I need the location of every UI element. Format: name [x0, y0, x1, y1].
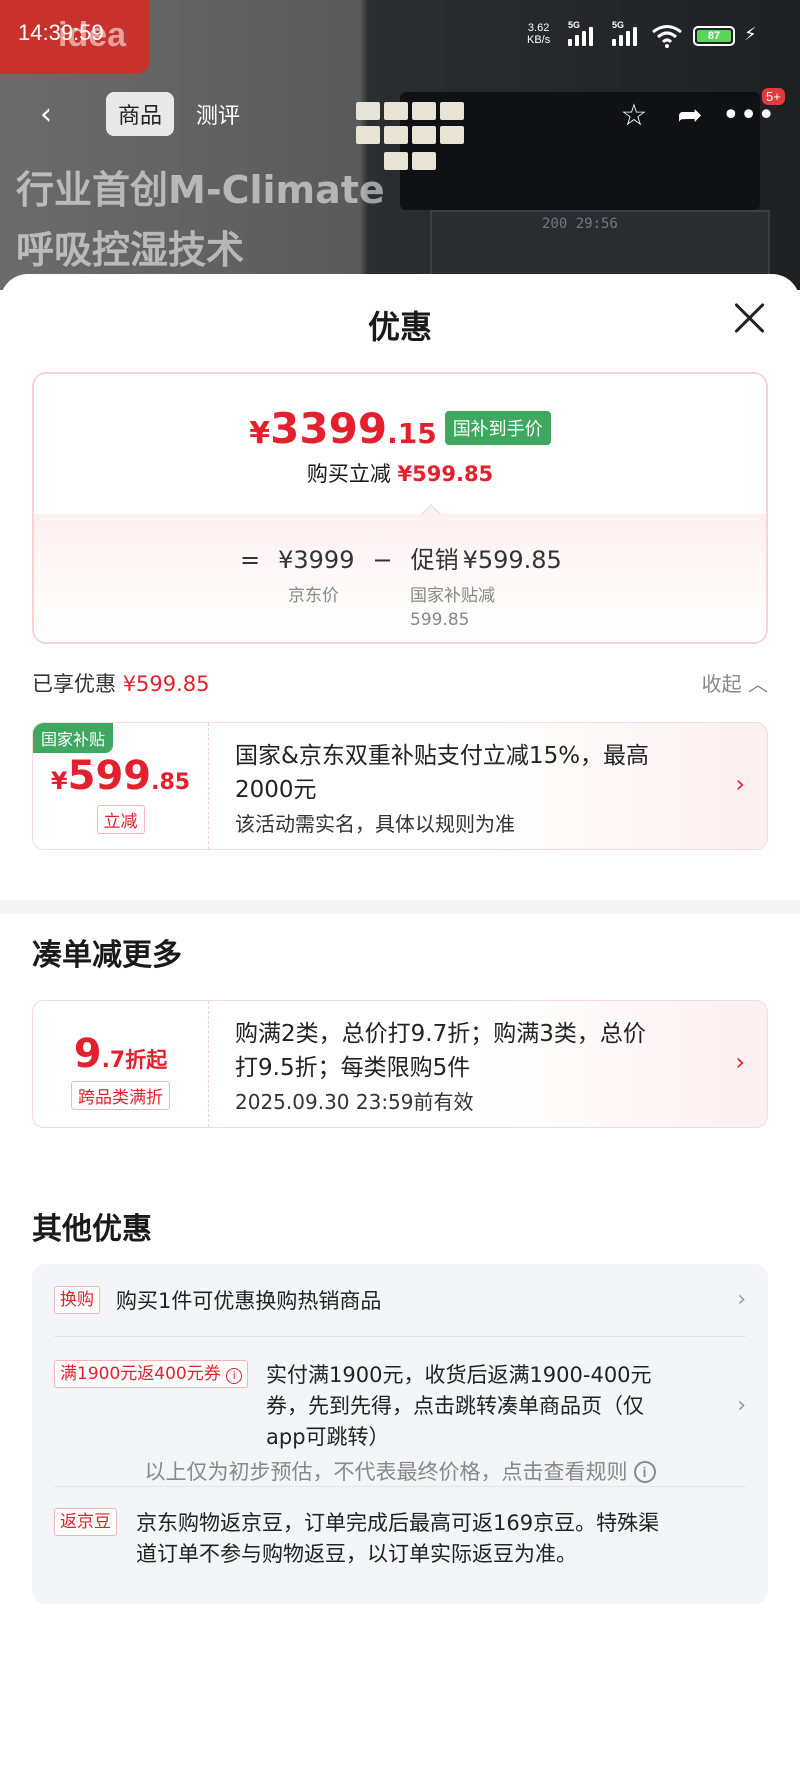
status-bar: 14:39:59 3.62 KB/s 5G 5G 87 ⚡ [0, 0, 800, 72]
share-icon[interactable]: ➦ [668, 94, 712, 138]
chevron-right-icon: › [737, 1393, 746, 1418]
subsidy-note: 该活动需实名，具体以规则为准 [235, 812, 515, 836]
trade-in-tag: 换购 [54, 1286, 100, 1314]
close-icon[interactable] [728, 296, 772, 340]
promo-desc: 国家补贴减 599.85 [410, 586, 495, 630]
other-offers-title: 其他优惠 [32, 1212, 152, 1247]
chevron-right-icon: › [735, 1048, 745, 1076]
cart-badge: 5+ [762, 88, 785, 105]
star-icon[interactable]: ☆ [612, 94, 656, 138]
tab-product[interactable]: 商品 [106, 92, 175, 136]
collapse-button[interactable]: 收起 ︿ [702, 668, 768, 697]
price-formula: = ¥3999− 促销 ¥599.85 [240, 546, 562, 574]
cross-category-tag: 跨品类满折 [71, 1081, 170, 1110]
network-speed: 3.62 KB/s [527, 22, 551, 46]
chevron-right-icon: › [735, 770, 745, 798]
battery-icon: 87 [693, 26, 735, 46]
signal-icon: 5G [568, 20, 593, 46]
bundle-card[interactable]: 9.7折起 跨品类满折 购满2类，总价打9.7折；购满3类，总价 打9.5折；每… [32, 1000, 768, 1128]
subsidy-desc-1: 国家&京东双重补贴支付立减15%，最高 [235, 743, 650, 769]
info-icon: i [633, 1461, 656, 1483]
instant-discount: 购买立减 ¥599.85 [306, 462, 494, 486]
info-icon: i [226, 1368, 243, 1384]
clock: 14:39:59 [18, 20, 104, 45]
instant-tag: 立减 [96, 805, 145, 834]
chevron-up-icon: ︿ [748, 672, 768, 696]
subsidy-desc-2: 2000元 [235, 777, 317, 803]
subsidy-amount: ¥599.85 [50, 753, 191, 799]
final-price: ¥3399.15 国补到手价 [34, 404, 766, 453]
bundle-discount: 9.7折起 [73, 1031, 168, 1077]
tab-review[interactable]: 测评 [184, 92, 252, 136]
rules-footer[interactable]: 以上仅为初步预估，不代表最终价格，点击查看规则 i [0, 1456, 800, 1486]
chevron-right-icon: › [737, 1287, 746, 1312]
charging-icon: ⚡ [744, 24, 757, 45]
subsidy-card[interactable]: 国家补贴 ¥599.85 立减 国家&京东双重补贴支付立减15%，最高 2000… [32, 722, 768, 850]
coupon-tag: 满1900元返400元券 i [54, 1360, 249, 1388]
bundle-desc-1: 购满2类，总价打9.7折；购满3类，总价 [235, 1021, 646, 1047]
subsidy-corner-tag: 国家补贴 [33, 723, 114, 753]
product-nav-bar: ‹ 商品 测评 ☆ ➦ ••• 5+ [0, 88, 800, 144]
sheet-title: 优惠 [367, 308, 432, 346]
list-item-coupon[interactable]: 满1900元返400元券 i 实付满1900元，收货后返满1900-400元 券… [54, 1360, 746, 1456]
list-item-trade-in[interactable]: 换购 购买1件可优惠换购热销商品 › [54, 1286, 746, 1318]
other-offers-panel: 换购 购买1件可优惠换购热销商品 › 满1900元返400元券 i 实付满190… [32, 1264, 768, 1604]
price-breakdown: ¥3399.15 国补到手价 购买立减 ¥599.85 = ¥3999− 促销 ¥599… [32, 372, 768, 644]
enjoyed-discount: 已享优惠 ¥599.85 [32, 672, 210, 696]
more-icon[interactable]: ••• [722, 94, 775, 138]
product-headline: 行业首创M-Climate 呼吸控湿技术 [16, 168, 385, 272]
subsidy-price-tag: 国补到手价 [444, 411, 551, 445]
discount-sheet: 优惠 ¥3399.15 国补到手价 购买立减 ¥599.85 = ¥3999− 促销 ¥… [0, 274, 800, 1777]
back-icon[interactable]: ‹ [26, 96, 66, 136]
section-divider [0, 900, 800, 914]
bundle-desc-2: 打9.5折；每类限购5件 [235, 1055, 471, 1081]
bundle-expiry: 2025.09.30 23:59前有效 [235, 1090, 474, 1114]
list-item-jd-beans[interactable]: 返京豆 京东购物返京豆，订单完成后最高可返169京豆。特殊渠 道订单不参与购物返… [54, 1508, 746, 1572]
wifi-icon [652, 25, 682, 48]
jd-price-label: 京东价 [288, 586, 339, 606]
bundle-section-title: 凑单减更多 [32, 938, 182, 973]
tabs: 商品 测评 [106, 90, 252, 138]
jd-beans-tag: 返京豆 [54, 1508, 117, 1536]
signal-icon-2: 5G [612, 20, 637, 46]
